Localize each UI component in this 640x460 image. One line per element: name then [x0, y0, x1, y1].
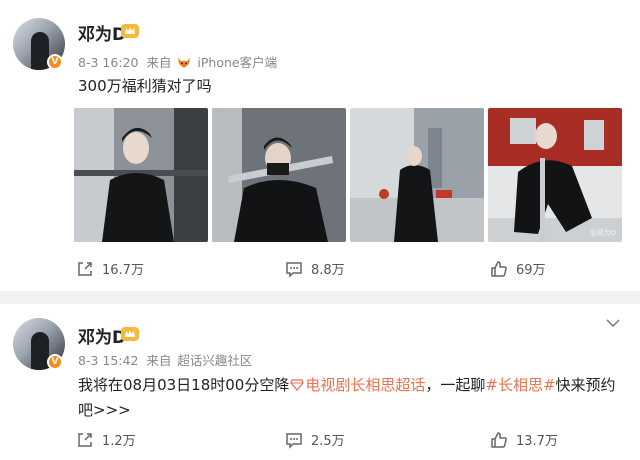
- post-source[interactable]: 超话兴趣社区: [177, 353, 252, 368]
- comment-button[interactable]: 2.5万: [285, 430, 345, 449]
- post-photo-3[interactable]: [350, 108, 484, 242]
- repost-icon: [78, 261, 92, 276]
- post-photo-1[interactable]: [74, 108, 208, 242]
- fox-icon: [178, 58, 191, 68]
- post-time[interactable]: 8-3 16:20: [78, 55, 138, 70]
- post-photo-4[interactable]: @邓为D: [488, 108, 622, 242]
- like-button[interactable]: 13.7万: [490, 430, 558, 449]
- post-card-1: V 邓为D 8-3 16:20 来自 iPhone客户端 300万福利猜对了吗: [0, 0, 640, 291]
- comment-count: 2.5万: [311, 434, 345, 449]
- from-label: 来自: [146, 55, 172, 70]
- action-bar: 1.2万 2.5万 13.7万: [0, 430, 640, 454]
- verified-badge-icon: V: [47, 354, 63, 370]
- post-meta: 8-3 15:42 来自 超话兴趣社区: [78, 350, 252, 369]
- post-text: 我将在08月03日18时00分空降 电视剧长相思超话，一起聊#长相思#快来预约 吧…: [78, 373, 628, 423]
- like-count: 13.7万: [516, 434, 558, 449]
- super-topic-link[interactable]: 电视剧长相思超话: [305, 376, 425, 394]
- comment-count: 8.8万: [311, 263, 345, 278]
- post-source[interactable]: iPhone客户端: [197, 55, 277, 70]
- repost-count: 16.7万: [102, 263, 144, 278]
- author-name[interactable]: 邓为D: [78, 20, 126, 45]
- post-meta: 8-3 16:20 来自 iPhone客户端: [78, 52, 277, 71]
- repost-icon: [78, 432, 92, 447]
- post-text: 300万福利猜对了吗: [78, 77, 212, 95]
- comment-icon: [286, 432, 302, 449]
- action-bar: 16.7万 8.8万 69万: [0, 259, 640, 283]
- chevron-down-icon[interactable]: [606, 318, 620, 328]
- post-card-2: V 邓为D 8-3 15:42 来自 超话兴趣社区 我将在08月03日18时00…: [0, 304, 640, 460]
- text-mid: ，一起聊: [425, 376, 486, 394]
- post-time[interactable]: 8-3 15:42: [78, 353, 138, 368]
- crown-icon: [121, 24, 139, 38]
- comment-icon: [286, 261, 302, 278]
- like-count: 69万: [516, 263, 546, 278]
- author-name[interactable]: 邓为D: [78, 323, 126, 348]
- repost-button[interactable]: 1.2万: [76, 430, 136, 449]
- post-photo-2[interactable]: [212, 108, 346, 242]
- text-line-2[interactable]: 吧>>>: [78, 401, 131, 419]
- text-prefix: 我将在08月03日18时00分空降: [78, 376, 290, 394]
- text-suffix: 快来预约: [555, 376, 616, 394]
- comment-button[interactable]: 8.8万: [285, 259, 345, 278]
- verified-badge-icon: V: [47, 54, 63, 70]
- thumbs-up-icon: [491, 260, 507, 277]
- repost-count: 1.2万: [102, 434, 136, 449]
- photo-watermark: @邓为D: [589, 229, 616, 237]
- repost-button[interactable]: 16.7万: [76, 259, 144, 278]
- from-label: 来自: [146, 353, 172, 368]
- like-button[interactable]: 69万: [490, 259, 546, 278]
- crown-icon: [121, 327, 139, 341]
- thumbs-up-icon: [491, 431, 507, 448]
- diamond-icon: [290, 379, 305, 391]
- hashtag-link[interactable]: #长相思#: [485, 376, 555, 394]
